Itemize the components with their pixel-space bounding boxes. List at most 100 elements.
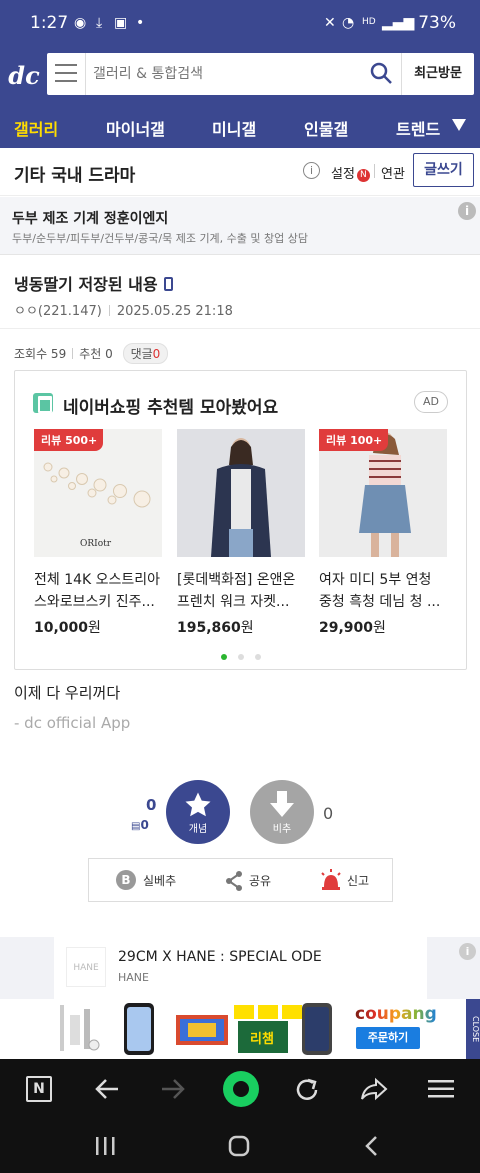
recommend-count: 추천 0	[79, 347, 113, 361]
settings-link[interactable]: 설정 N	[331, 163, 370, 182]
status-bar: 1:27 ◉ ⤓ ▣ • ✕ ◔ HD ▂▄▆ 73%	[0, 0, 480, 48]
hane-ad[interactable]: HANE 29CM X HANE : SPECIAL ODE HANE i	[54, 937, 476, 999]
coupang-product-text: 리챔	[250, 1031, 274, 1047]
bottom-ad-banner: HANE 29CM X HANE : SPECIAL ODE HANE i	[0, 937, 480, 999]
download-icon: ⤓	[96, 15, 103, 31]
ad-subtitle: 두부/순두부/피두부/건두부/콩국/묵 제조 기계, 수출 및 창업 상담	[12, 232, 309, 245]
menu-icon[interactable]	[55, 64, 77, 84]
upvote-button[interactable]: 개념	[166, 780, 230, 844]
dc-logo[interactable]: dc	[6, 58, 42, 94]
post-stats: 조회수 59 추천 0 댓글0	[14, 343, 169, 364]
nav-mini-gallery[interactable]: 미니갤	[212, 116, 256, 140]
mute-icon: ✕	[324, 15, 336, 31]
siren-icon	[321, 869, 341, 890]
info-icon[interactable]: i	[303, 162, 320, 179]
related-link[interactable]: 연관	[381, 163, 405, 182]
hane-logo: HANE	[66, 947, 106, 987]
post-title: 냉동딸기 저장된 내용	[14, 271, 173, 295]
hane-ad-brand: HANE	[118, 971, 149, 984]
review-badge: 리뷰 500+	[34, 429, 104, 451]
downvote-button[interactable]: 비추	[250, 780, 314, 844]
product-name: 여자 미디 5부 연청 중청 흑청 데님 청 ...	[319, 572, 441, 610]
shopping-ad-title: 네이버쇼핑 추천템 모아봤어요	[63, 398, 279, 418]
product-name: [롯데백화점] 온앤온 프렌치 워크 자켓...	[177, 572, 296, 610]
top-ad-banner[interactable]: 두부 제조 기계 정훈이엔지 두부/순두부/피두부/건두부/콩국/묵 제조 기계…	[0, 197, 480, 255]
network-label: HD	[362, 17, 376, 27]
best-recommend-button[interactable]: 실베추	[143, 872, 176, 889]
nav-trend[interactable]: 트렌드	[396, 116, 440, 140]
write-button[interactable]: 글쓰기	[413, 153, 474, 187]
recent-visits-button[interactable]: 최근방문	[403, 53, 473, 95]
ad-info-icon[interactable]: i	[459, 943, 476, 960]
upvote-label: 개념	[188, 824, 208, 835]
share-icon	[226, 871, 242, 891]
star-icon	[185, 792, 211, 817]
coupang-ad[interactable]: 리챔 coupang 주문하기 CLOSE	[0, 999, 480, 1059]
order-button[interactable]: 주문하기	[356, 1027, 420, 1049]
ad-close-button[interactable]: CLOSE	[466, 999, 480, 1059]
best-icon: B	[116, 870, 136, 890]
home-icon[interactable]	[228, 1135, 250, 1157]
post-author[interactable]: ㅇㅇ(221.147)	[14, 304, 102, 319]
product-name: 전체 14K 오스트리아 스와로브스키 진주...	[34, 572, 161, 610]
product-price: 29,900원	[319, 620, 386, 636]
new-badge: N	[356, 169, 370, 182]
ad-title: 두부 제조 기계 정훈이엔지	[12, 211, 169, 227]
back-icon[interactable]	[364, 1135, 380, 1157]
green-dot-icon[interactable]	[223, 1071, 259, 1107]
product-card[interactable]: ORIotr 리뷰 500+ 전체 14K 오스트리아 스와로브스키 진주...…	[34, 429, 162, 637]
carousel-dots[interactable]	[221, 645, 272, 664]
gallery-title[interactable]: 기타 국내 드라마	[14, 161, 135, 186]
forward-arrow-icon[interactable]	[160, 1077, 186, 1101]
product-image[interactable]	[177, 429, 305, 557]
main-nav: 갤러리 마이너갤 미니갤 인물갤 트렌드	[0, 104, 480, 148]
hane-ad-title: 29CM X HANE : SPECIAL ODE	[118, 949, 322, 965]
mobile-icon	[163, 277, 173, 291]
post-body: 이제 다 우리꺼다	[14, 684, 121, 702]
product-card[interactable]: [롯데백화점] 온앤온 프렌치 워크 자켓... 195,860원	[177, 429, 305, 637]
dot-icon: •	[136, 15, 145, 31]
view-count: 조회수 59	[14, 347, 67, 361]
recent-apps-icon[interactable]	[94, 1136, 116, 1156]
post-meta: ㅇㅇ(221.147) 2025.05.25 21:18	[14, 300, 233, 319]
search-icon[interactable]	[369, 61, 393, 85]
nav-gallery[interactable]: 갤러리	[14, 116, 58, 140]
nav-minor-gallery[interactable]: 마이너갤	[106, 116, 165, 140]
downvote-count: 0	[323, 804, 334, 823]
header: dc 최근방문	[0, 48, 480, 104]
report-button[interactable]: 신고	[347, 872, 369, 889]
back-arrow-icon[interactable]	[94, 1077, 120, 1101]
comment-count-button[interactable]: 댓글0	[122, 343, 169, 364]
post-signature: - dc official App	[14, 714, 131, 732]
product-price: 10,000원	[34, 620, 101, 636]
product-image[interactable]: 리뷰 100+	[319, 429, 447, 557]
ad-info-icon[interactable]: i	[458, 202, 476, 220]
naver-home-icon[interactable]: N	[26, 1076, 52, 1102]
refresh-icon[interactable]	[294, 1077, 320, 1103]
product-brand-text: ORIotr	[80, 539, 112, 549]
nav-person-gallery[interactable]: 인물갤	[304, 116, 348, 140]
status-time: 1:27	[30, 13, 69, 33]
coupang-product-images: 리챔	[60, 1003, 332, 1055]
post-date: 2025.05.25 21:18	[116, 304, 233, 319]
share-button[interactable]: 공유	[249, 872, 271, 889]
image-icon: ▣	[114, 15, 128, 31]
ad-tag[interactable]: AD	[414, 391, 448, 413]
browser-toolbar: N	[0, 1059, 480, 1119]
downvote-label: 비추	[272, 824, 292, 835]
shopping-ad: 네이버쇼핑 추천템 모아봤어요 AD ORIotr 리뷰 500+ 전체 14K…	[14, 370, 467, 670]
product-price: 195,860원	[177, 620, 254, 636]
naver-shopping-icon	[33, 393, 53, 413]
signal-icon: ▂▄▆	[382, 15, 415, 31]
battery-level: 73%	[418, 13, 456, 33]
hamburger-menu-icon[interactable]	[428, 1080, 454, 1098]
system-nav-bar	[0, 1119, 480, 1173]
fixed-upvote-count: ▤0	[131, 818, 149, 832]
share-arrow-icon[interactable]	[360, 1077, 388, 1101]
product-image[interactable]: ORIotr 리뷰 500+	[34, 429, 162, 557]
search-bar: 최근방문	[47, 53, 474, 95]
product-card[interactable]: 리뷰 100+ 여자 미디 5부 연청 중청 흑청 데님 청 ... 29,90…	[319, 429, 447, 637]
nav-expand-icon[interactable]	[452, 119, 466, 131]
wifi-icon: ◔	[342, 15, 355, 31]
search-input[interactable]	[93, 53, 353, 95]
